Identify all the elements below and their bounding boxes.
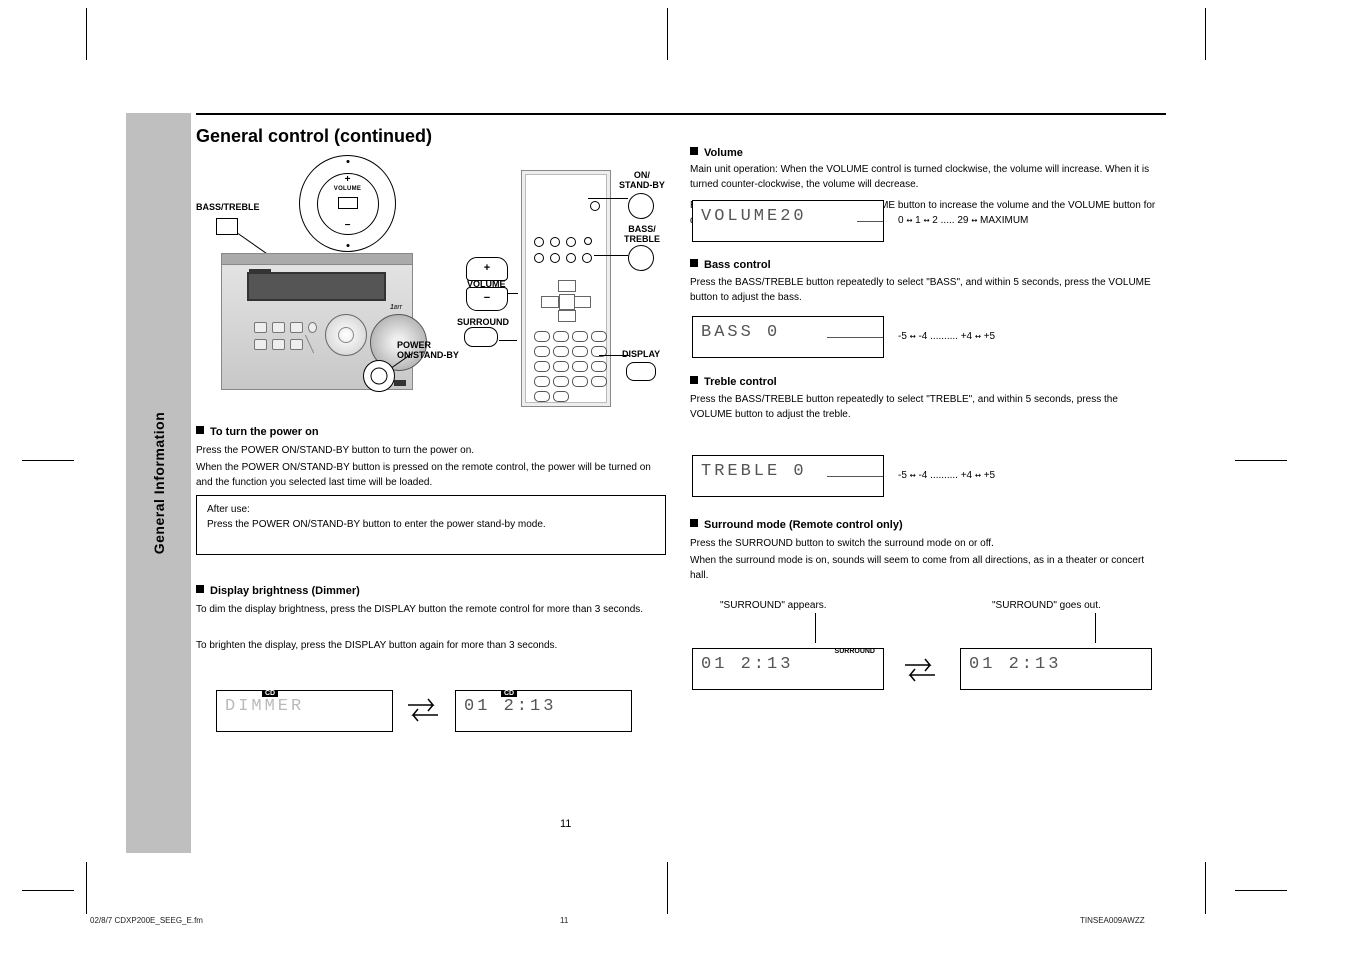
lcd-treble: TREBLE 0 bbox=[692, 455, 884, 497]
power-knob bbox=[363, 360, 395, 392]
body-surround-2: When the surround mode is on, sounds wil… bbox=[690, 553, 1160, 583]
lcd-surround-off: 01 2:13 bbox=[960, 648, 1152, 690]
heading-brightness: Display brightness (Dimmer) bbox=[196, 585, 360, 597]
heading-bass: Bass control bbox=[690, 259, 771, 271]
remote-control bbox=[521, 170, 611, 407]
volume-plus-icon: + bbox=[345, 174, 351, 185]
label-bass-treble-remote: BASS/ TREBLE bbox=[624, 225, 660, 245]
body-brightness-2: To brighten the display, press the DISPL… bbox=[196, 638, 666, 653]
annot-surround-on: "SURROUND" appears. bbox=[720, 600, 827, 611]
body-volume-main: Main unit operation: When the VOLUME con… bbox=[690, 162, 1160, 192]
footer-page: 11 bbox=[560, 916, 568, 925]
annot-volume: 0 ↔ 1 ↔ 2 ..... 29 ↔ MAXIMUM bbox=[898, 215, 1028, 226]
volume-up-button-icon: + bbox=[466, 257, 508, 281]
bass-treble-button-icon bbox=[628, 245, 654, 271]
bass-treble-label: BASS/TREBLE bbox=[196, 203, 260, 213]
lcd-bass: BASS 0 bbox=[692, 316, 884, 358]
heading-surround: Surround mode (Remote control only) bbox=[690, 519, 903, 531]
volume-dial-label: VOLUME bbox=[334, 186, 361, 192]
body-bass: Press the BASS/TREBLE button repeatedly … bbox=[690, 275, 1160, 305]
on-standby-button-icon bbox=[628, 193, 654, 219]
heading-volume: Volume bbox=[690, 147, 743, 159]
lcd-volume: VOLUME20 bbox=[692, 200, 884, 242]
sidebar: General Information bbox=[126, 113, 191, 853]
label-display-remote: DISPLAY bbox=[622, 350, 660, 360]
sidebar-title: General Information bbox=[151, 412, 167, 555]
label-on-standby: ON/ STAND-BY bbox=[619, 171, 665, 191]
lcd-dimmer: CD DIMMER bbox=[216, 690, 393, 732]
volume-dial: VOLUME + − bbox=[299, 155, 396, 252]
lcd-surround-on: SURROUND 01 2:13 bbox=[692, 648, 884, 690]
footer-code: 02/8/7 CDXP200E_SEEG_E.fm bbox=[90, 916, 203, 925]
volume-down-button-icon: − bbox=[466, 287, 508, 311]
note-text: After use: Press the POWER ON/STAND-BY b… bbox=[207, 502, 655, 532]
body-brightness-1: To dim the display brightness, press the… bbox=[196, 602, 666, 617]
swap-arrows-icon bbox=[900, 655, 940, 685]
body-power-sub: When the POWER ON/STAND-BY button is pre… bbox=[196, 455, 666, 490]
product-illustration: BASS/TREBLE VOLUME + − 1BIT bbox=[196, 145, 676, 400]
annot-treble: -5 ↔ -4 .......... +4 ↔ +5 bbox=[898, 470, 995, 481]
lcd-cd-play-1: CD 01 2:13 bbox=[455, 690, 632, 732]
annot-surround-off: "SURROUND" goes out. bbox=[992, 600, 1101, 611]
body-surround-1: Press the SURROUND button to switch the … bbox=[690, 536, 1160, 551]
title-rule bbox=[196, 113, 1166, 115]
surround-button-icon bbox=[464, 327, 498, 347]
note-box: After use: Press the POWER ON/STAND-BY b… bbox=[196, 495, 666, 555]
page-title: General control (continued) bbox=[196, 126, 432, 147]
body-treble: Press the BASS/TREBLE button repeatedly … bbox=[690, 392, 1160, 422]
heading-treble: Treble control bbox=[690, 376, 777, 388]
display-button-icon bbox=[626, 362, 656, 381]
bass-treble-box-icon bbox=[216, 218, 238, 235]
swap-arrows-icon bbox=[403, 695, 443, 725]
footer-date: TINSEA009AWZZ bbox=[1080, 916, 1145, 925]
volume-minus-icon: − bbox=[345, 220, 351, 231]
heading-power-on: To turn the power on bbox=[196, 426, 319, 438]
annot-bass: -5 ↔ -4 .......... +4 ↔ +5 bbox=[898, 331, 995, 342]
page-number: 11 bbox=[560, 818, 571, 830]
